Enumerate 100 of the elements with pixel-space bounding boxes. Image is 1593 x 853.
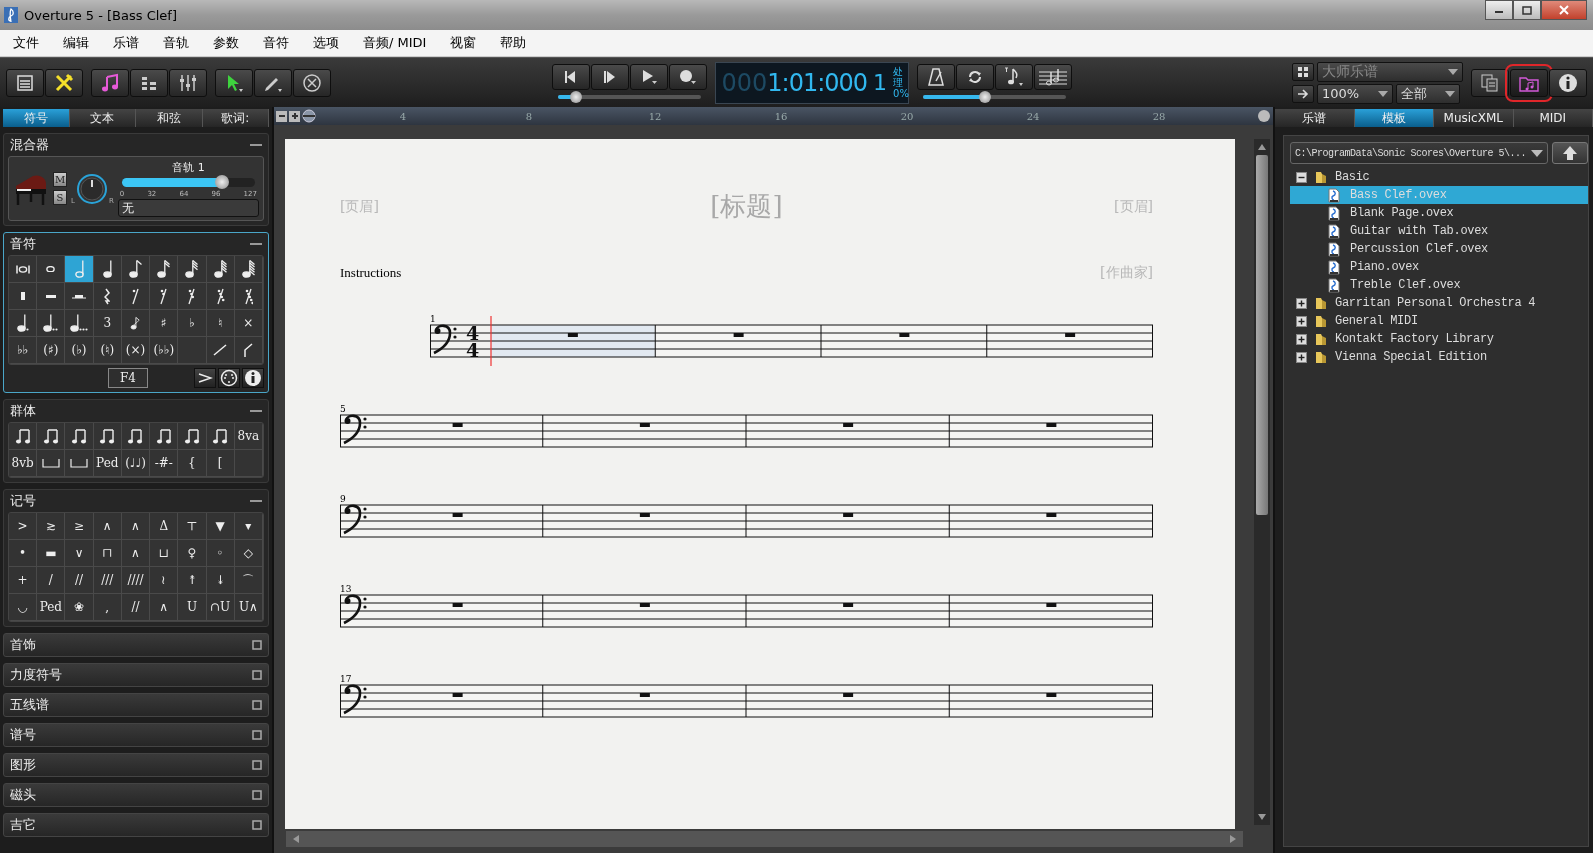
palette-button[interactable]: (×) (121, 337, 151, 364)
palette-button[interactable]: ♮ (206, 310, 235, 337)
palette-button[interactable]: //// (121, 567, 151, 594)
palette-button[interactable]: Δ (150, 513, 179, 540)
palette-button[interactable]: ♭♭ (9, 337, 38, 364)
palette-button[interactable]: ❀ (65, 594, 94, 621)
zoom-out-button[interactable] (276, 110, 287, 122)
menu-item[interactable]: 视窗 (441, 32, 486, 54)
tools-button[interactable] (45, 68, 83, 97)
mute-button[interactable]: M (53, 172, 67, 187)
palette-button[interactable]: U (178, 594, 207, 621)
palette-button[interactable] (93, 423, 122, 450)
palette-button[interactable]: ≳ (37, 513, 66, 540)
folder-item[interactable]: Vienna Special Edition (1290, 348, 1588, 366)
palette-button[interactable]: ◇ (234, 540, 263, 567)
palette-button[interactable]: ∧ (93, 513, 122, 540)
quantize-button[interactable] (994, 64, 1033, 90)
device-button[interactable] (6, 68, 44, 97)
palette-button[interactable] (65, 310, 94, 337)
palette-button[interactable]: ▼ (206, 513, 235, 540)
palette-button[interactable] (65, 283, 94, 310)
palette-button[interactable]: > (9, 513, 38, 540)
menu-item[interactable]: 音轨 (154, 32, 198, 54)
browser-tab[interactable]: MIDI (1513, 109, 1593, 127)
palette-button[interactable] (150, 283, 179, 310)
rewind-button[interactable] (551, 64, 590, 90)
palette-button[interactable] (150, 256, 179, 283)
palette-button[interactable] (206, 423, 235, 450)
palette-button[interactable] (37, 450, 66, 477)
template-file-item[interactable]: Treble Clef.ovex (1290, 276, 1588, 294)
palette-button[interactable] (206, 337, 235, 364)
palette-tab[interactable]: 符号 (3, 109, 70, 127)
menu-item[interactable]: 选项 (304, 32, 348, 54)
browser-tab[interactable]: 模板 (1354, 109, 1434, 127)
palette-button[interactable]: (♯) (37, 337, 66, 364)
palette-button[interactable]: ⊔ (150, 540, 179, 567)
pan-knob[interactable] (75, 172, 108, 205)
palette-button[interactable] (234, 256, 263, 283)
palette-button[interactable]: -#- (150, 450, 179, 477)
staff-button[interactable] (1033, 64, 1072, 90)
palette-button[interactable]: ∨ (65, 540, 94, 567)
pitch-field[interactable]: F4 (108, 368, 148, 388)
browser-tab[interactable]: MusicXML (1434, 109, 1514, 127)
forward-button[interactable] (590, 64, 629, 90)
palette-button[interactable] (121, 256, 151, 283)
palette-button[interactable]: /// (93, 567, 122, 594)
palette-button[interactable] (234, 337, 263, 364)
palette-button[interactable] (178, 283, 207, 310)
palette-button[interactable]: ≀ (150, 567, 179, 594)
palette-button[interactable]: ◦ (206, 540, 235, 567)
menu-item[interactable]: 参数 (204, 32, 248, 54)
palette-button[interactable]: ↡ (206, 567, 235, 594)
menu-item[interactable]: 帮助 (491, 32, 536, 54)
collapse-icon[interactable] (250, 143, 262, 147)
copy-button[interactable] (1471, 68, 1509, 97)
expand-icon[interactable] (1296, 315, 1307, 327)
palette-button[interactable] (37, 310, 66, 337)
accent-button[interactable] (194, 368, 216, 388)
info-button[interactable] (242, 368, 264, 388)
palette-button[interactable] (9, 310, 38, 337)
palette-button[interactable] (93, 283, 122, 310)
parent-folder-button[interactable] (1552, 142, 1588, 164)
palette-button[interactable] (93, 256, 122, 283)
list-view-button[interactable] (130, 68, 168, 97)
pencil-tool-button[interactable] (254, 68, 292, 97)
palette-button[interactable]: ⌒ (234, 567, 263, 594)
palette-button[interactable] (178, 423, 207, 450)
palette-button[interactable] (9, 283, 38, 310)
palette-button[interactable] (121, 423, 151, 450)
template-file-item[interactable]: Guitar with Tab.ovex (1290, 222, 1588, 240)
palette-button[interactable]: Ped (93, 450, 122, 477)
vertical-scrollbar[interactable] (1254, 139, 1270, 825)
folder-item[interactable]: Basic (1290, 168, 1588, 186)
palette-button[interactable] (65, 450, 94, 477)
template-file-item[interactable]: Blank Page.ovex (1290, 204, 1588, 222)
palette-button[interactable] (9, 423, 38, 450)
palette-button[interactable]: 3 (93, 310, 122, 337)
collapsed-section[interactable]: 谱号 (3, 723, 269, 747)
palette-button[interactable]: ⊤ (178, 513, 207, 540)
menu-item[interactable]: 乐谱 (104, 32, 148, 54)
info-button[interactable] (1549, 68, 1587, 97)
palette-button[interactable]: (♩♩) (121, 450, 151, 477)
palette-button[interactable]: Ped (37, 594, 66, 621)
collapse-icon[interactable] (250, 409, 262, 413)
collapse-icon[interactable] (250, 242, 262, 246)
volume-slider[interactable] (121, 178, 255, 187)
palette-button[interactable] (37, 256, 66, 283)
palette-button[interactable] (37, 423, 66, 450)
palette-button[interactable]: ⊓ (93, 540, 122, 567)
minimize-button[interactable] (1485, 0, 1513, 20)
folder-item[interactable]: General MIDI (1290, 312, 1588, 330)
instructions-text[interactable]: Instructions (340, 265, 402, 281)
horizontal-scrollbar[interactable] (286, 831, 1243, 847)
palette-button[interactable] (206, 283, 235, 310)
palette-button[interactable]: 8vb (9, 450, 38, 477)
palette-tab[interactable]: 和弦 (136, 109, 203, 127)
palette-button[interactable]: ♯ (150, 310, 179, 337)
collapsed-section[interactable]: 图形 (3, 753, 269, 777)
palette-button[interactable] (9, 256, 38, 283)
palette-button[interactable] (121, 283, 151, 310)
